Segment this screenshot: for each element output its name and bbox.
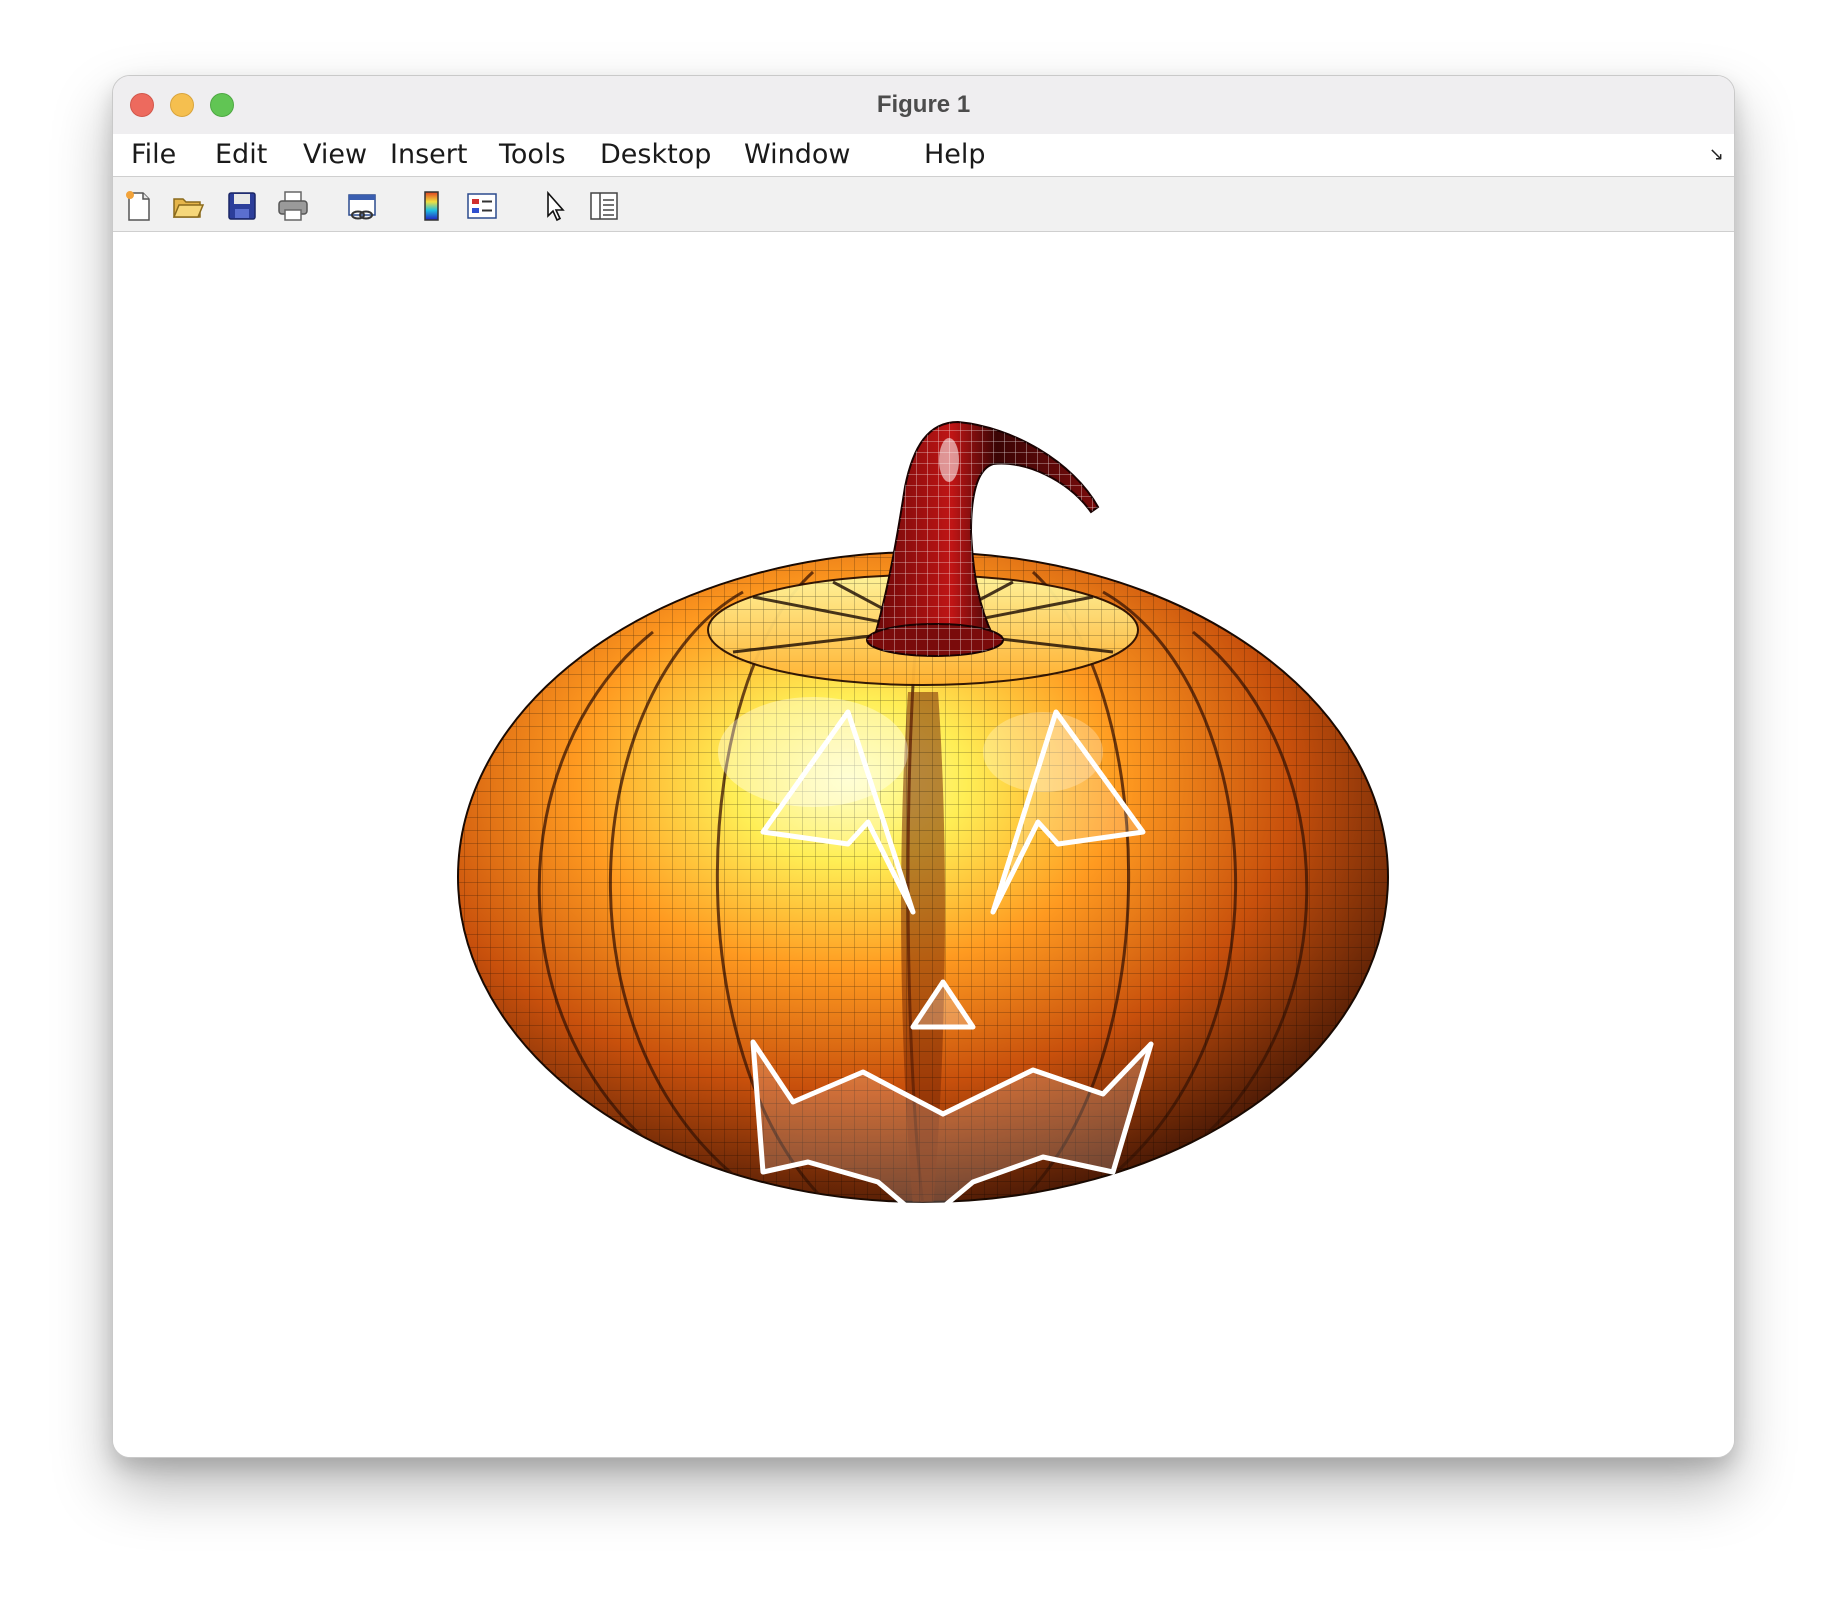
legend-icon[interactable] [465, 189, 499, 223]
menu-view[interactable]: View [303, 134, 367, 176]
property-inspector-icon[interactable] [587, 189, 621, 223]
pumpkin-surface-plot [457, 420, 1389, 1225]
print-icon[interactable] [276, 189, 310, 223]
menu-bar: File Edit View Insert Tools Desktop Wind… [113, 134, 1734, 177]
edit-plot-arrow-icon[interactable] [538, 189, 572, 223]
open-file-icon[interactable] [171, 189, 205, 223]
window-title: Figure 1 [876, 91, 971, 118]
link-plot-icon[interactable] [345, 189, 379, 223]
menu-help[interactable]: Help [924, 134, 986, 176]
menu-edit[interactable]: Edit [215, 134, 267, 176]
menu-insert[interactable]: Insert [390, 134, 467, 176]
dock-arrow-icon[interactable]: ↘ [1709, 144, 1724, 165]
figure-window: Figure 1 File Edit View Insert Tools Des… [112, 75, 1735, 1458]
menu-tools[interactable]: Tools [499, 134, 566, 176]
menu-window[interactable]: Window [744, 134, 850, 176]
menu-desktop[interactable]: Desktop [600, 134, 711, 176]
title-bar[interactable]: Figure 1 [113, 76, 1734, 135]
new-figure-icon[interactable] [122, 189, 156, 223]
colorbar-icon[interactable] [415, 189, 449, 223]
figure-toolbar [113, 177, 1734, 232]
menu-file[interactable]: File [131, 134, 176, 176]
save-icon[interactable] [225, 189, 259, 223]
figure-canvas[interactable] [113, 232, 1734, 1457]
